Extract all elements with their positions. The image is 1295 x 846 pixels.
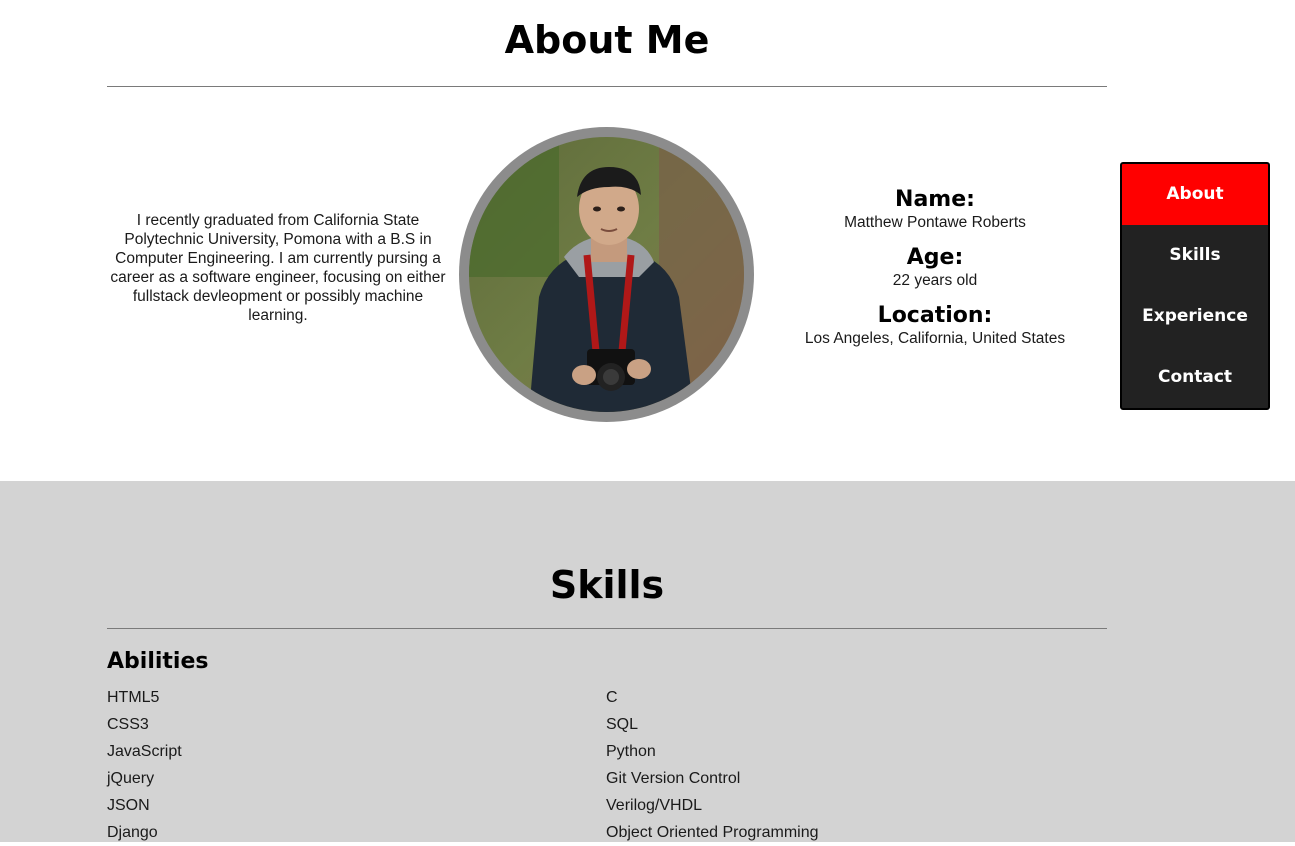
nav-item-contact[interactable]: Contact bbox=[1122, 347, 1268, 408]
age-label: Age: bbox=[906, 245, 964, 270]
list-item: Python bbox=[606, 743, 656, 760]
list-item: CSS3 bbox=[107, 716, 149, 733]
about-title: About Me bbox=[504, 18, 710, 62]
avatar bbox=[459, 127, 754, 422]
age-value: 22 years old bbox=[892, 272, 978, 289]
skills-title: Skills bbox=[549, 563, 665, 607]
abilities-heading: Abilities bbox=[107, 649, 209, 674]
list-item: SQL bbox=[606, 716, 639, 733]
location-label: Location: bbox=[877, 303, 993, 328]
list-item: JavaScript bbox=[107, 743, 182, 760]
list-item: jQuery bbox=[107, 770, 155, 787]
personal-info: Name: Matthew Pontawe Roberts Age: 22 ye… bbox=[770, 186, 1100, 360]
about-section: About Me I recently graduated from Calif… bbox=[0, 0, 1295, 481]
nav-item-skills[interactable]: Skills bbox=[1122, 225, 1268, 286]
name-label: Name: bbox=[895, 187, 975, 212]
nav-item-experience[interactable]: Experience bbox=[1122, 286, 1268, 347]
skills-list-right: C SQL Python Git Version Control Verilog… bbox=[606, 684, 819, 846]
skills-divider bbox=[107, 628, 1107, 629]
profile-photo-illustration bbox=[469, 137, 744, 412]
list-item: C bbox=[606, 689, 618, 706]
list-item: Git Version Control bbox=[606, 770, 741, 787]
bio-text: I recently graduated from California Sta… bbox=[110, 212, 446, 324]
list-item: HTML5 bbox=[107, 689, 160, 706]
skills-section: Skills Abilities HTML5 CSS3 JavaScript j… bbox=[0, 481, 1295, 842]
about-divider bbox=[107, 86, 1107, 87]
location-value: Los Angeles, California, United States bbox=[804, 330, 1066, 347]
name-value: Matthew Pontawe Roberts bbox=[844, 214, 1026, 231]
list-item: Verilog/VHDL bbox=[606, 797, 703, 814]
list-item: JSON bbox=[107, 797, 150, 814]
profile-photo bbox=[469, 137, 744, 412]
side-nav: About Skills Experience Contact bbox=[1120, 162, 1270, 410]
nav-item-about[interactable]: About bbox=[1122, 164, 1268, 225]
skills-list-left: HTML5 CSS3 JavaScript jQuery JSON Django bbox=[107, 684, 182, 846]
